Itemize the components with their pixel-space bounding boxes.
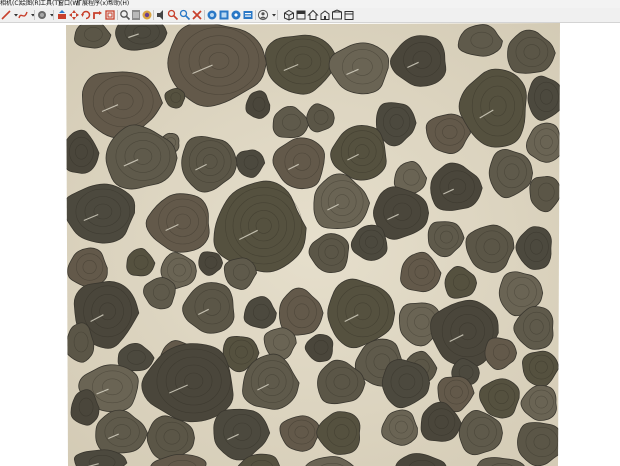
push-pull-icon[interactable]	[56, 9, 68, 21]
toolbar-separator	[153, 10, 154, 20]
right-view-icon[interactable]	[319, 9, 331, 21]
texture-plane	[66, 23, 560, 466]
toolbar-separator	[255, 10, 256, 20]
follow-me-icon[interactable]	[92, 9, 104, 21]
add-location-icon[interactable]	[206, 9, 218, 21]
toolbar-separator	[277, 10, 278, 20]
extension-manager-icon[interactable]	[242, 9, 254, 21]
left-view-icon[interactable]	[343, 9, 355, 21]
warehouse-icon[interactable]	[218, 9, 230, 21]
line-dropdown-icon[interactable]	[10, 9, 18, 21]
pan-icon[interactable]	[167, 9, 179, 21]
account-dropdown-icon[interactable]	[268, 9, 276, 21]
paint-dropdown-icon[interactable]	[46, 9, 54, 21]
text-icon[interactable]	[141, 9, 153, 21]
zoom-icon[interactable]	[179, 9, 191, 21]
orbit-icon[interactable]	[155, 9, 167, 21]
toolbar	[0, 8, 620, 23]
freehand-dropdown-icon[interactable]	[27, 9, 35, 21]
toolbar-separator	[34, 10, 35, 20]
front-view-icon[interactable]	[307, 9, 319, 21]
menu-extensions[interactable]: 扩展程序(x)	[76, 0, 108, 8]
toolbar-separator	[53, 10, 54, 20]
paving-texture-surface	[66, 23, 560, 466]
move-icon[interactable]	[68, 9, 80, 21]
offset-icon[interactable]	[104, 9, 116, 21]
menu-camera[interactable]: 相机(C)	[0, 0, 21, 8]
model-viewport[interactable]	[0, 23, 620, 466]
toolbar-separator	[204, 10, 205, 20]
rotate-icon[interactable]	[80, 9, 92, 21]
zoom-extents-icon[interactable]	[191, 9, 203, 21]
extension-warehouse-icon[interactable]	[230, 9, 242, 21]
iso-view-icon[interactable]	[283, 9, 295, 21]
menu-draw[interactable]: 绘图(R)	[20, 0, 41, 8]
toolbar-separator	[117, 10, 118, 20]
back-view-icon[interactable]	[331, 9, 343, 21]
top-view-icon[interactable]	[295, 9, 307, 21]
menu-help[interactable]: 帮助(H)	[108, 0, 129, 8]
